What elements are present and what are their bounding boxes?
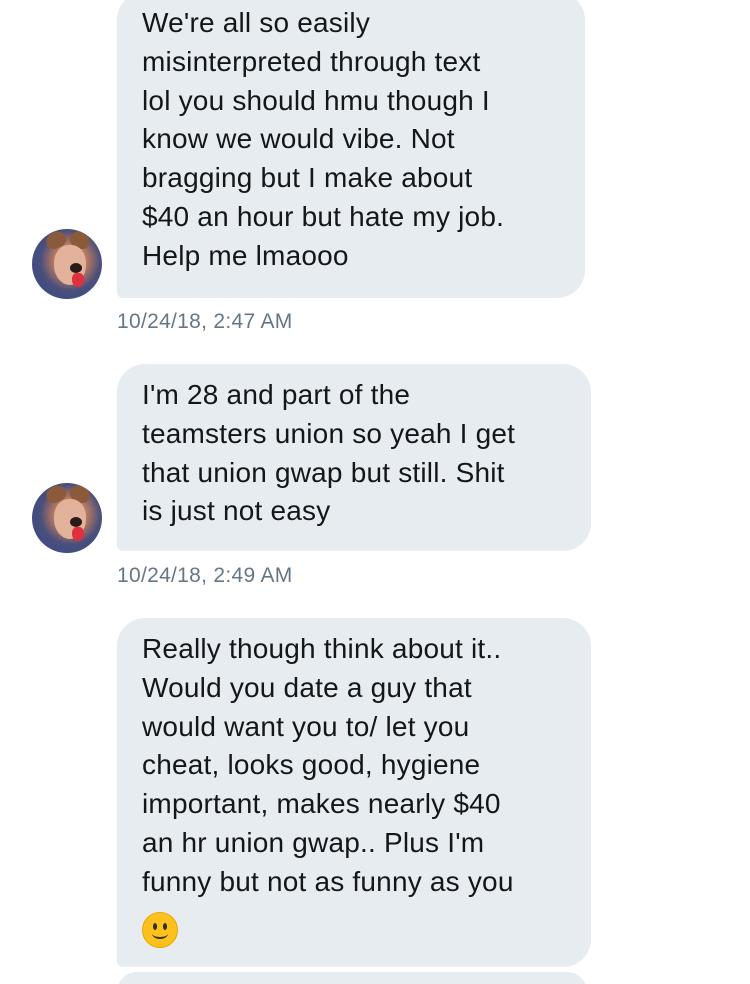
dog-tongue-icon [72,527,84,541]
message-bubble[interactable]: I'm 28 and part of the teamsters union s… [117,364,591,551]
message-timestamp: 10/24/18, 2:47 AM [117,310,293,333]
emoji-mouth [152,928,168,939]
message-text: Really though think about it.. Would you… [142,633,514,897]
dog-tongue-icon [72,273,84,287]
message-bubble-partial[interactable] [117,972,587,984]
slightly-smiling-face-icon [142,911,178,948]
dog-nose-icon [70,517,82,527]
message-text: We're all so easily misinterpreted throu… [142,7,505,271]
avatar[interactable] [32,483,102,553]
message-bubble[interactable]: We're all so easily misinterpreted throu… [117,0,585,298]
message-timestamp: 10/24/18, 2:49 AM [117,564,293,587]
message-bubble[interactable]: Really though think about it.. Would you… [117,618,591,967]
message-text: I'm 28 and part of the teamsters union s… [142,379,516,527]
message-thread: We're all so easily misinterpreted throu… [0,0,750,984]
avatar[interactable] [32,229,102,299]
dog-nose-icon [70,263,82,273]
